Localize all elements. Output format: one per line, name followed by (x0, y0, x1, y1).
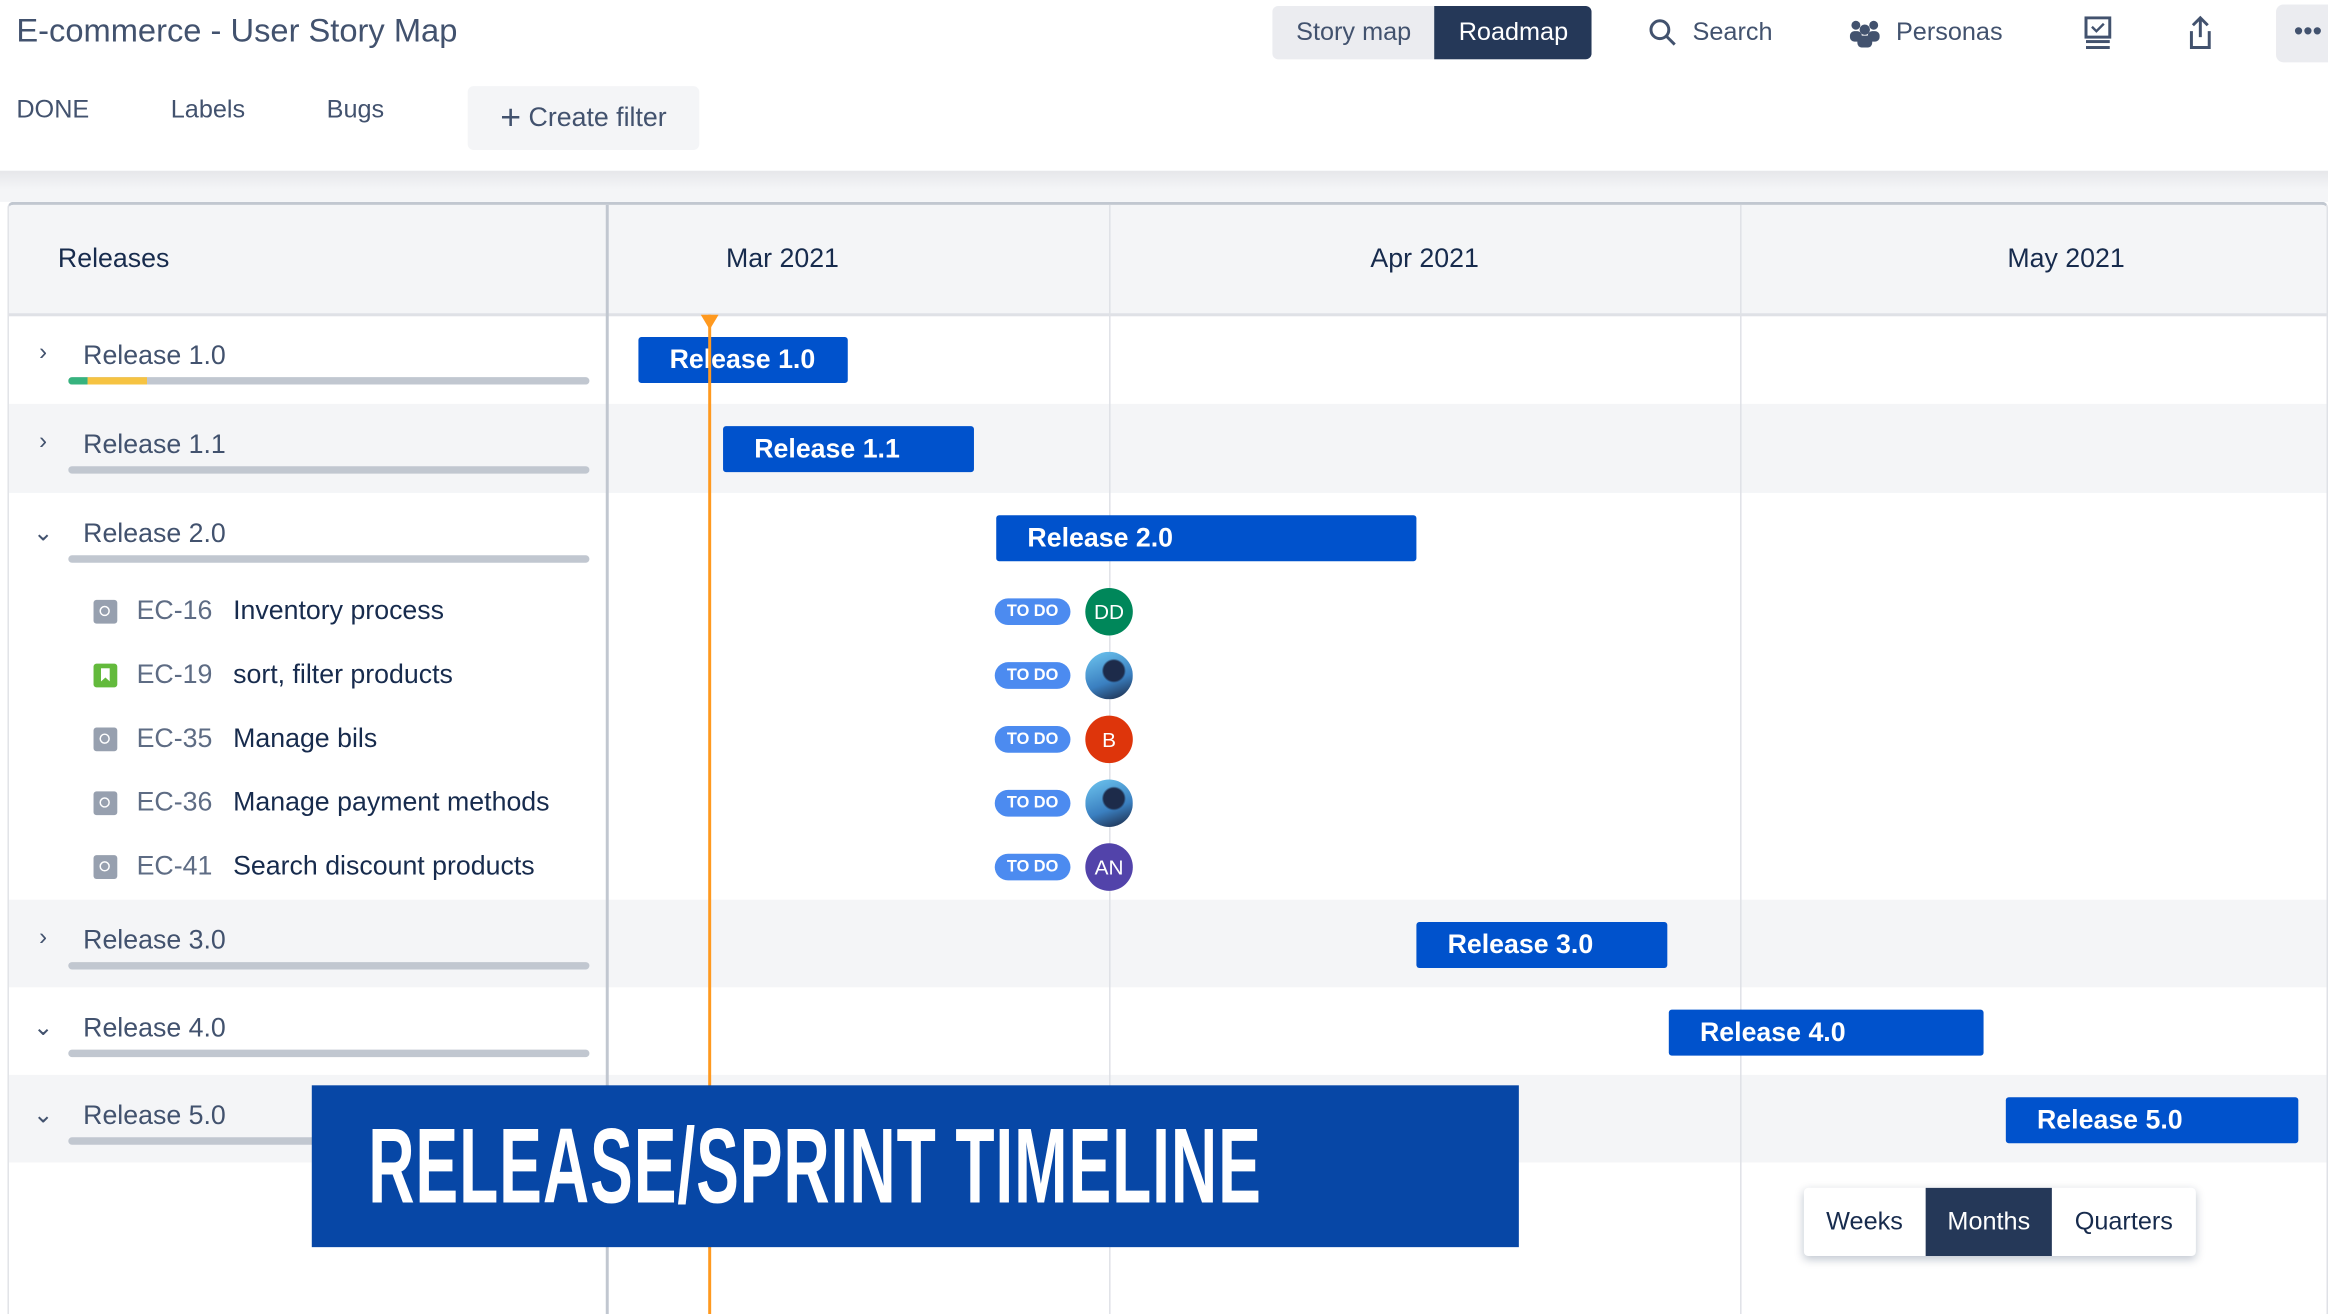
tab-story-map[interactable]: Story map (1272, 6, 1435, 59)
avatar[interactable] (1085, 651, 1133, 700)
status-badge[interactable]: TO DO (994, 662, 1071, 689)
create-filter-label: Create filter (528, 102, 667, 133)
release-progress-bar (68, 1049, 590, 1058)
filter-bugs[interactable]: Bugs (327, 95, 385, 125)
release-progress-bar (68, 466, 590, 474)
filter-labels[interactable]: Labels (171, 95, 245, 125)
timeline-header: Releases Mar 2021 Apr 2021 May 2021 (8, 204, 2327, 317)
month-header: Apr 2021 (1370, 243, 1479, 274)
page-title: E-commerce - User Story Map (16, 11, 458, 49)
more-button[interactable]: ••• (2276, 4, 2328, 63)
monitor-check-icon (2084, 16, 2112, 49)
issue-key[interactable]: EC-36 (137, 787, 213, 818)
issue-summary[interactable]: sort, filter products (233, 659, 453, 690)
release-name[interactable]: Release 1.0 (83, 340, 226, 371)
chevron-down-icon[interactable]: ⌄ (33, 1100, 54, 1130)
issue-key[interactable]: EC-41 (137, 851, 213, 882)
issue-summary[interactable]: Search discount products (233, 851, 535, 882)
zoom-quarters[interactable]: Quarters (2052, 1188, 2195, 1256)
task-icon (93, 855, 118, 879)
search-label: Search (1692, 17, 1773, 47)
status-badge[interactable]: TO DO (994, 598, 1071, 626)
issue-key[interactable]: EC-19 (137, 659, 213, 690)
issue-summary[interactable]: Manage bils (233, 723, 377, 754)
release-name[interactable]: Release 5.0 (83, 1100, 226, 1131)
zoom-months[interactable]: Months (1925, 1187, 2053, 1257)
month-divider (1740, 204, 1742, 1314)
status-badge[interactable]: TO DO (994, 789, 1071, 817)
banner-text: RELEASE/SPRINT TIMELINE (368, 1107, 1262, 1227)
share-icon (2189, 15, 2211, 49)
progress-segment (68, 377, 88, 385)
task-icon (93, 727, 118, 752)
release-bar[interactable]: Release 5.0 (2005, 1097, 2299, 1144)
task-icon (93, 791, 118, 816)
zoom-weeks[interactable]: Weeks (1804, 1188, 1925, 1256)
search-icon (1649, 19, 1676, 46)
issue-summary[interactable]: Inventory process (233, 595, 444, 626)
release-bar[interactable]: Release 3.0 (1416, 921, 1668, 969)
toolbar-shadow (0, 170, 2328, 202)
release-progress-bar (68, 555, 590, 563)
release-name[interactable]: Release 4.0 (83, 1013, 226, 1044)
status-badge[interactable]: TO DO (994, 726, 1071, 753)
personas-button[interactable]: Personas (1848, 6, 2003, 59)
chevron-down-icon[interactable]: ⌄ (33, 518, 54, 548)
overlay-banner: RELEASE/SPRINT TIMELINE (311, 1085, 1519, 1248)
release-progress-bar (68, 377, 590, 385)
chevron-right-icon[interactable]: › (33, 340, 54, 367)
present-button[interactable] (2083, 6, 2113, 59)
tab-roadmap[interactable]: Roadmap (1434, 5, 1592, 60)
avatar[interactable] (1085, 779, 1133, 827)
avatar[interactable]: B (1085, 715, 1133, 764)
issue-key[interactable]: EC-16 (137, 595, 213, 626)
progress-segment (87, 377, 147, 385)
search-button[interactable]: Search (1648, 6, 1773, 59)
chevron-right-icon[interactable]: › (33, 429, 54, 456)
personas-label: Personas (1895, 17, 2003, 47)
story-icon (93, 663, 118, 688)
avatar[interactable]: AN (1085, 843, 1133, 891)
task-icon (93, 599, 118, 624)
personas-icon (1849, 20, 1880, 48)
release-bar[interactable]: Release 2.0 (996, 515, 1417, 562)
chevron-down-icon[interactable]: ⌄ (33, 1013, 54, 1043)
release-name[interactable]: Release 1.1 (83, 429, 226, 460)
release-progress-bar (68, 962, 590, 970)
month-header: Mar 2021 (726, 243, 839, 274)
today-marker (700, 314, 719, 330)
filter-done[interactable]: DONE (16, 95, 89, 125)
release-bar[interactable]: Release 1.1 (723, 426, 974, 473)
issue-summary[interactable]: Manage payment methods (233, 787, 549, 818)
zoom-level-toggle: Weeks Months Quarters (1803, 1187, 2196, 1257)
chevron-right-icon[interactable]: › (33, 925, 54, 952)
release-bar[interactable]: Release 4.0 (1668, 1009, 1984, 1056)
avatar[interactable]: DD (1085, 587, 1133, 636)
issue-key[interactable]: EC-35 (137, 723, 213, 754)
release-name[interactable]: Release 2.0 (83, 518, 226, 549)
month-header: May 2021 (2007, 243, 2125, 274)
share-button[interactable] (2187, 6, 2214, 59)
releases-column-header: Releases (57, 243, 170, 274)
plus-icon: + (500, 97, 522, 139)
app-window: E-commerce - User Story Map Story map Ro… (0, 0, 2328, 1314)
create-filter-button[interactable]: + Create filter (467, 86, 700, 150)
release-bar[interactable]: Release 1.0 (638, 337, 848, 384)
status-badge[interactable]: TO DO (994, 853, 1071, 881)
view-toggle: Story map Roadmap (1272, 5, 1592, 60)
release-name[interactable]: Release 3.0 (83, 925, 226, 956)
row-bg (8, 403, 2327, 493)
row-bg (8, 899, 2327, 988)
